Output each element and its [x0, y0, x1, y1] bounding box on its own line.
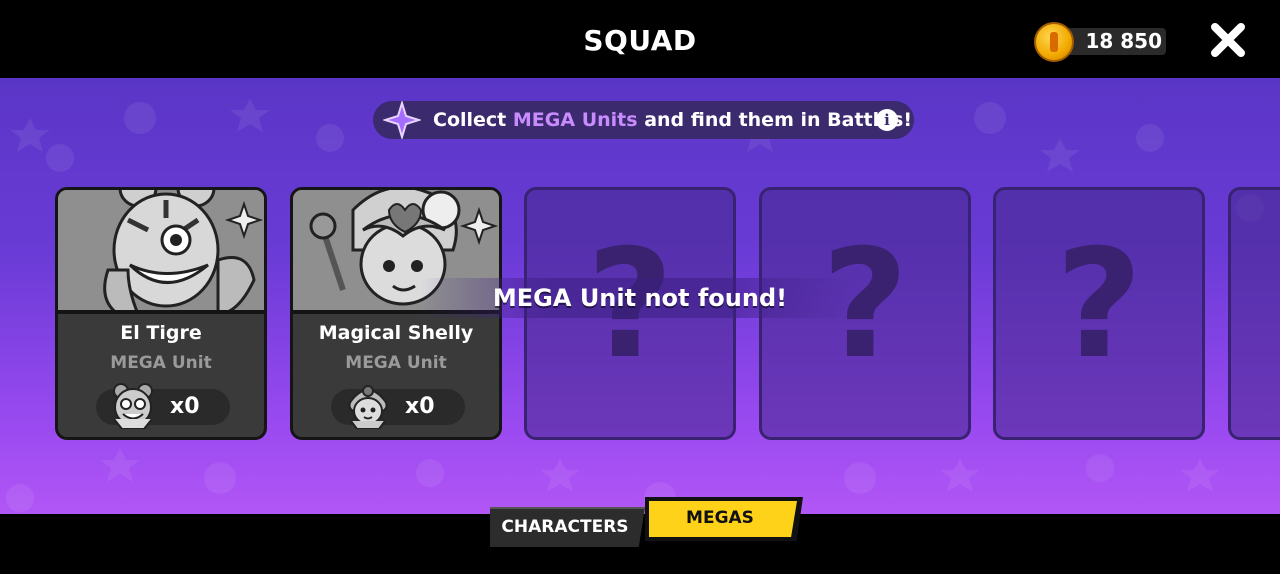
unit-name: El Tigre	[120, 322, 202, 344]
banner-text: Collect MEGA Units and find them in Batt…	[433, 101, 912, 139]
el-tigre-token-icon	[113, 383, 153, 429]
banner-highlight: MEGA Units	[512, 109, 638, 131]
coin-icon	[1034, 22, 1074, 62]
tab-megas-label: MEGAS	[686, 508, 754, 528]
unit-count: x0	[405, 394, 435, 419]
unit-count: x0	[170, 394, 200, 419]
info-icon[interactable]: i	[876, 109, 898, 131]
tab-characters[interactable]: CHARACTERS	[490, 507, 645, 547]
close-icon	[1211, 23, 1245, 57]
coin-value: 18 850	[1085, 29, 1162, 53]
not-found-message: MEGA Unit not found!	[492, 284, 788, 312]
locked-unit-card-partial[interactable]	[1228, 187, 1280, 440]
el-tigre-art	[58, 190, 264, 310]
megas-panel: Collect MEGA Units and find them in Batt…	[0, 78, 1280, 514]
banner-text-before: Collect	[433, 109, 507, 131]
top-bar: SQUAD 18 850	[0, 0, 1280, 78]
close-button[interactable]	[1206, 18, 1250, 62]
question-mark-icon: ?	[1055, 218, 1143, 392]
tab-characters-label: CHARACTERS	[501, 517, 629, 537]
el-tigre-portrait	[58, 190, 264, 314]
banner-text-after: and find them in Battles!	[644, 109, 912, 131]
unit-type: MEGA Unit	[345, 353, 447, 373]
unit-name: Magical Shelly	[318, 322, 474, 344]
unit-type: MEGA Unit	[110, 353, 212, 373]
magical-shelly-token-icon	[348, 385, 388, 429]
unit-card-el-tigre[interactable]: El Tigre MEGA Unit x0	[55, 187, 267, 440]
locked-unit-card[interactable]: ?	[993, 187, 1205, 440]
collect-banner: Collect MEGA Units and find them in Batt…	[373, 101, 914, 139]
mega-star-icon	[383, 101, 421, 139]
tab-megas[interactable]: MEGAS	[645, 497, 803, 541]
